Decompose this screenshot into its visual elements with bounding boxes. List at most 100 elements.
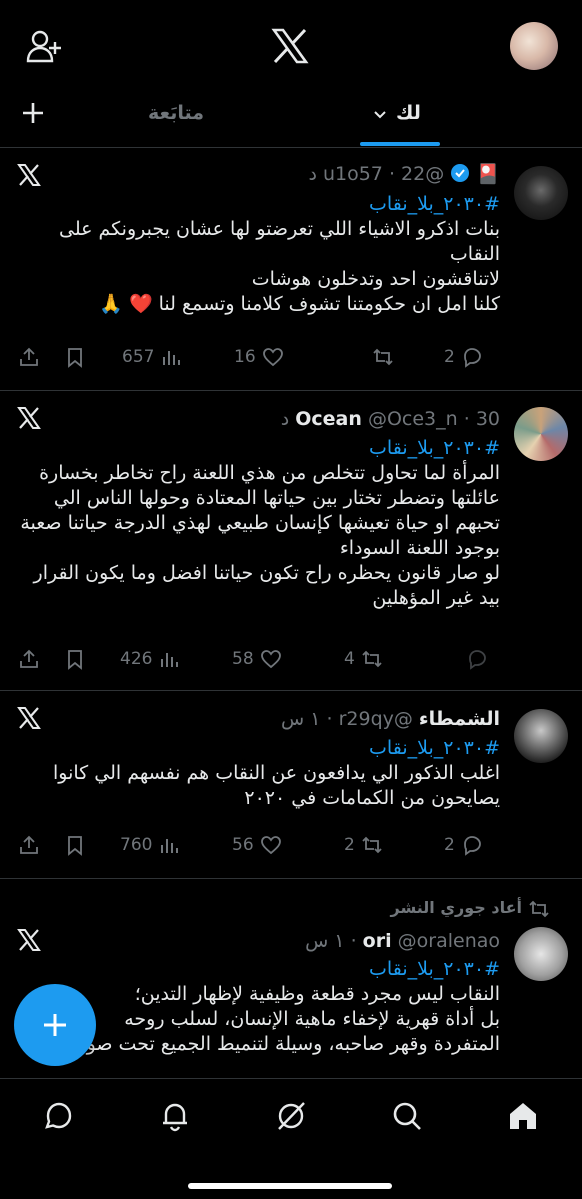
user-handle[interactable]: @oralenao — [398, 930, 500, 952]
retweet-icon — [373, 348, 393, 366]
plus-icon[interactable] — [18, 98, 48, 128]
view-count: 657 — [122, 347, 155, 367]
views-button[interactable]: 426 — [120, 646, 180, 672]
tweet-body: بنات اذكرو الاشياء اللي تعرضتو لها عشان … — [59, 218, 500, 315]
view-count: 760 — [120, 835, 153, 855]
timeline-tabs: متابَعة لك — [0, 92, 582, 148]
profile-avatar[interactable] — [510, 22, 558, 70]
tab-following[interactable]: متابَعة — [148, 98, 204, 128]
user-handle[interactable]: @u1o57 — [323, 163, 444, 185]
chevron-down-icon — [374, 110, 386, 118]
x-logo-icon — [17, 407, 41, 429]
separator-dot: · — [463, 408, 470, 430]
grok-icon[interactable] — [274, 1099, 308, 1133]
heart-icon — [260, 836, 281, 855]
tweet-actions: 2 2 56 760 — [0, 832, 582, 858]
heart-icon — [262, 348, 283, 367]
avatar[interactable] — [514, 407, 568, 461]
tweet-actions: 4 58 426 — [0, 646, 582, 672]
bookmark-icon[interactable] — [64, 646, 86, 672]
retweet-button[interactable]: 4 — [344, 646, 383, 672]
reply-icon — [463, 836, 481, 856]
tweet-text: #٢٠٣٠_بلا_نقاب بنات اذكرو الاشياء اللي تع… — [20, 192, 500, 317]
search-icon[interactable] — [390, 1099, 424, 1133]
like-button[interactable]: 56 — [232, 832, 282, 858]
reply-count: 2 — [444, 835, 455, 855]
share-icon[interactable] — [18, 832, 40, 858]
tweet-actions: 2 16 657 — [0, 344, 582, 370]
plus-icon — [44, 1014, 66, 1036]
top-bar — [0, 0, 582, 92]
like-button[interactable]: 16 — [234, 344, 284, 370]
x-logo-icon — [17, 929, 41, 951]
tweet-time[interactable]: ١ س — [281, 708, 320, 730]
avatar[interactable] — [514, 927, 568, 981]
tweet-header: ori @oralenao · ١ س — [305, 929, 500, 953]
user-emoji: 🎴 — [476, 163, 500, 185]
home-indicator — [188, 1183, 392, 1189]
hashtag-link[interactable]: #٢٠٣٠_بلا_نقاب — [20, 436, 500, 461]
notifications-icon[interactable] — [158, 1099, 192, 1133]
tweet-body: المرأة لما تحاول تتخلص من هذي اللعنة راح… — [20, 462, 500, 609]
separator-dot: · — [350, 930, 357, 952]
tweet[interactable]: Ocean @Oce3_n · 30 د #٢٠٣٠_بلا_نقاب المرأ… — [0, 391, 582, 691]
home-icon[interactable] — [506, 1099, 540, 1133]
tweet-text: #٢٠٣٠_بلا_نقاب المرأة لما تحاول تتخلص من … — [20, 436, 500, 611]
views-button[interactable]: 760 — [120, 832, 180, 858]
user-handle[interactable]: @r29qy — [339, 708, 413, 730]
reply-icon — [469, 650, 486, 670]
retweet-count: 2 — [344, 835, 355, 855]
tweet[interactable]: 🎴 @u1o57 · 22 د #٢٠٣٠_بلا_نقاب بنات اذكرو… — [0, 148, 582, 391]
add-user-icon[interactable] — [26, 28, 62, 64]
x-logo-icon — [17, 164, 41, 186]
tweet-header: الشمطاء @r29qy · ١ س — [281, 707, 500, 731]
reply-button[interactable] — [466, 646, 488, 672]
avatar[interactable] — [514, 166, 568, 220]
compose-button[interactable] — [14, 984, 96, 1066]
retweet-count: 4 — [344, 649, 355, 669]
separator-dot: · — [326, 708, 333, 730]
user-name[interactable]: ori — [363, 930, 392, 952]
active-tab-indicator — [360, 142, 440, 146]
share-icon[interactable] — [18, 344, 40, 370]
tweet-header: 🎴 @u1o57 · 22 د — [308, 162, 500, 186]
messages-icon[interactable] — [42, 1099, 76, 1133]
reply-button[interactable]: 2 — [444, 832, 483, 858]
retweet-icon — [362, 836, 382, 854]
retweet-icon — [362, 650, 382, 668]
verified-badge-icon — [451, 164, 470, 182]
user-handle[interactable]: @Oce3_n — [368, 408, 458, 430]
separator-dot: · — [388, 163, 395, 185]
hashtag-link[interactable]: #٢٠٣٠_بلا_نقاب — [0, 957, 500, 982]
reply-count: 2 — [444, 347, 455, 367]
avatar[interactable] — [514, 709, 568, 763]
user-name[interactable]: الشمطاء — [419, 708, 500, 730]
views-button[interactable]: 657 — [122, 344, 182, 370]
retweet-button[interactable]: 2 — [344, 832, 383, 858]
tweet-text: #٢٠٣٠_بلا_نقاب اغلب الذكور الي يدافعون عن… — [20, 736, 500, 811]
tweet-time[interactable]: ١ س — [305, 930, 344, 952]
views-icon — [161, 653, 179, 667]
retweet-button[interactable] — [366, 344, 394, 370]
tweet[interactable]: الشمطاء @r29qy · ١ س #٢٠٣٠_بلا_نقاب اغلب … — [0, 691, 582, 879]
tab-for-you-label: لك — [396, 102, 421, 124]
tab-for-you[interactable]: لك — [372, 98, 421, 128]
share-icon[interactable] — [18, 646, 40, 672]
hashtag-link[interactable]: #٢٠٣٠_بلا_نقاب — [20, 736, 500, 761]
bookmark-icon[interactable] — [64, 344, 86, 370]
like-button[interactable]: 58 — [232, 646, 282, 672]
like-count: 16 — [234, 347, 256, 367]
x-logo-icon[interactable] — [270, 26, 310, 66]
reply-icon — [463, 348, 481, 368]
user-name[interactable]: Ocean — [295, 408, 362, 430]
reply-button[interactable]: 2 — [444, 344, 483, 370]
bookmark-icon[interactable] — [64, 832, 86, 858]
heart-icon — [260, 650, 281, 669]
x-logo-icon — [17, 707, 41, 729]
tweet-body: النقاب ليس مجرد قطعة وظيفية لإظهار التدي… — [67, 983, 500, 1055]
tweet-header: Ocean @Oce3_n · 30 د — [281, 407, 500, 431]
views-icon — [163, 351, 181, 365]
like-count: 56 — [232, 835, 254, 855]
bottom-nav — [0, 1078, 582, 1199]
hashtag-link[interactable]: #٢٠٣٠_بلا_نقاب — [20, 192, 500, 217]
